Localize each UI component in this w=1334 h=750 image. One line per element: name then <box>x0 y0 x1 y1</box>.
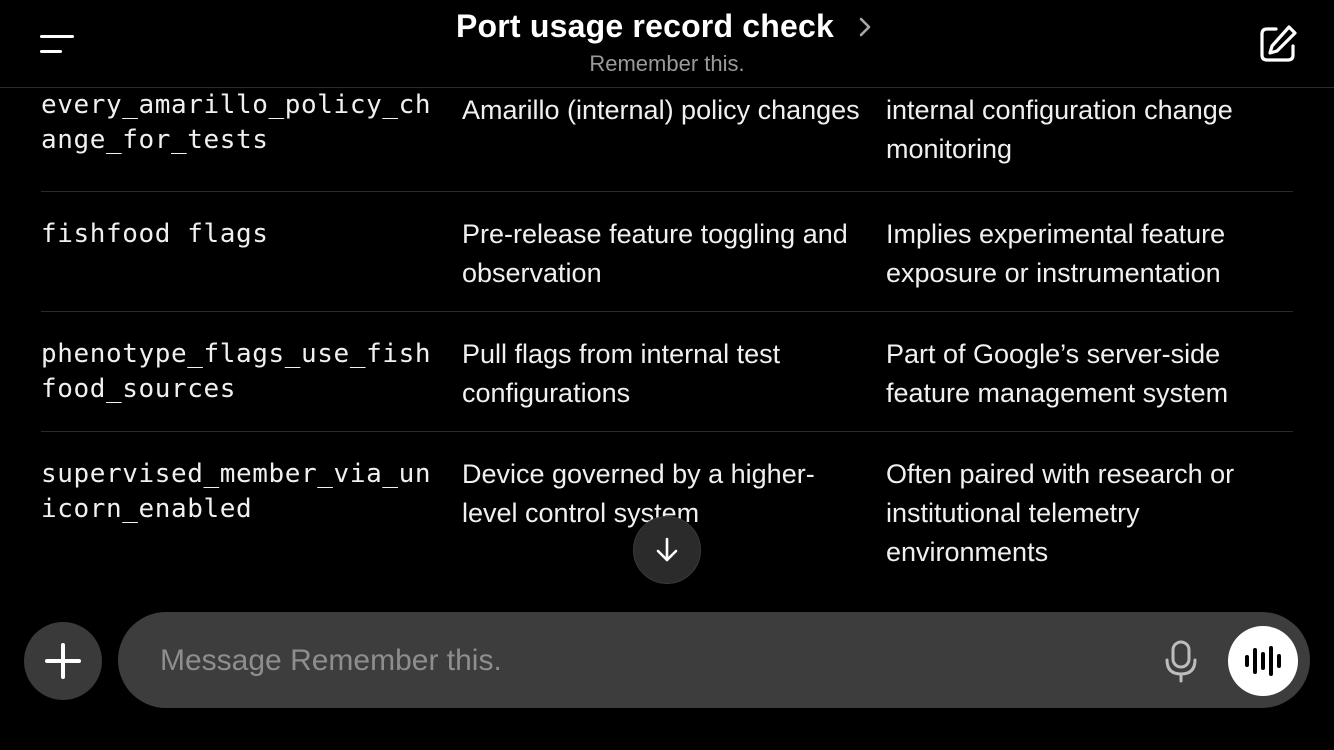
chat-subtitle: Remember this. <box>589 51 745 76</box>
scroll-to-bottom-button[interactable] <box>633 516 701 584</box>
table-row: fishfood flags Pre-release feature toggl… <box>41 192 1293 312</box>
flag-cell: phenotype_flags_use_fishfood_sources <box>41 339 432 404</box>
chat-header: Port usage record check Remember this. <box>0 0 1334 88</box>
purpose-cell: Pull flags from internal test configurat… <box>462 339 781 408</box>
flag-cell: every_amarillo_policy_change_for_tests <box>41 90 432 155</box>
voice-waveform-icon <box>1245 646 1281 676</box>
table-row: phenotype_flags_use_fishfood_sources Pul… <box>41 312 1293 432</box>
chat-title: Port usage record check <box>455 8 835 44</box>
flags-table: every_amarillo_policy_change_for_tests A… <box>41 88 1293 582</box>
notes-cell: Often paired with research or institutio… <box>886 459 1235 567</box>
title-block: Port usage record check Remember this. <box>0 8 1334 77</box>
notes-cell: Implies experimental feature exposure or… <box>886 219 1226 288</box>
purpose-cell: Pre-release feature toggling and observa… <box>462 219 848 288</box>
chevron-right-icon <box>859 17 871 36</box>
arrow-down-icon <box>656 537 678 562</box>
message-input[interactable] <box>158 636 1122 686</box>
plus-icon <box>45 643 81 679</box>
notes-cell: internal configuration change monitoring <box>886 95 1233 164</box>
flag-cell: fishfood flags <box>41 219 269 249</box>
voice-mode-button[interactable] <box>1228 626 1298 696</box>
chat-title-button[interactable]: Port usage record check <box>456 8 878 45</box>
add-attachment-button[interactable] <box>24 622 102 700</box>
message-composer <box>118 612 1310 708</box>
microphone-icon[interactable] <box>1158 638 1204 684</box>
purpose-cell: Amarillo (internal) policy changes <box>462 95 860 125</box>
flag-cell: supervised_member_via_unicorn_enabled <box>41 459 432 524</box>
compose-icon[interactable] <box>1256 22 1300 66</box>
notes-cell: Part of Google’s server-side feature man… <box>886 339 1229 408</box>
table-row: every_amarillo_policy_change_for_tests A… <box>41 88 1293 192</box>
